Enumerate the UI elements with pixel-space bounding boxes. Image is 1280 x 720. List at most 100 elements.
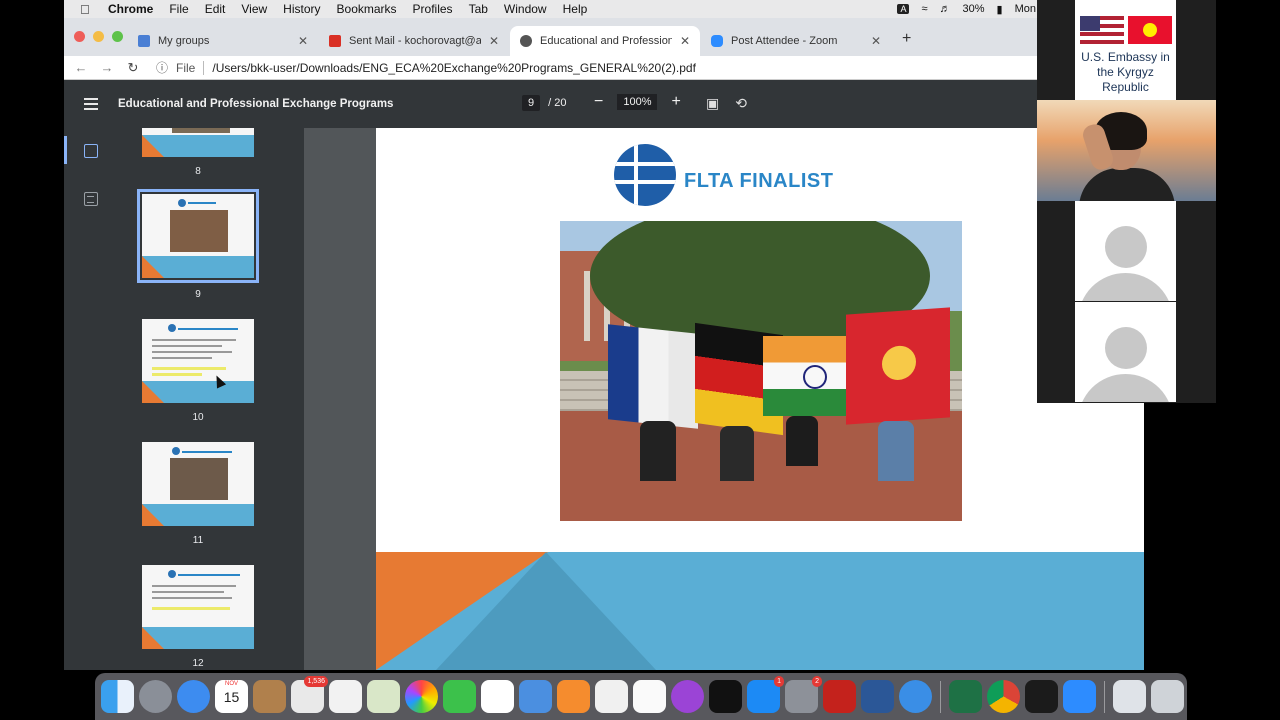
zoom-in-icon[interactable]: + xyxy=(671,93,680,111)
acrobat-icon[interactable] xyxy=(823,680,856,713)
new-tab-button[interactable]: + xyxy=(902,30,911,48)
downloads-stack-icon[interactable] xyxy=(1113,680,1146,713)
menu-history[interactable]: History xyxy=(283,2,320,16)
tab-zoom[interactable]: Post Attendee - Zoom ✕ xyxy=(701,26,891,56)
keynote-icon[interactable] xyxy=(519,680,552,713)
volume-icon[interactable]: ♬ xyxy=(940,3,951,15)
page-label: 10 xyxy=(192,412,204,423)
zoom-out-icon[interactable]: − xyxy=(594,93,603,111)
person xyxy=(640,421,676,481)
thumb-highlight xyxy=(152,373,202,376)
close-icon[interactable]: ✕ xyxy=(298,34,308,48)
photos-icon[interactable] xyxy=(405,680,438,713)
maps-icon[interactable] xyxy=(367,680,400,713)
appstore-badge: 1 xyxy=(774,676,784,687)
facetime-icon[interactable] xyxy=(443,680,476,713)
participant-tile-avatar[interactable] xyxy=(1075,302,1176,402)
kyrgyz-flag-icon xyxy=(1127,16,1172,44)
terminal-icon[interactable] xyxy=(1025,680,1058,713)
notes-book-icon[interactable] xyxy=(253,680,286,713)
numbers-icon[interactable] xyxy=(481,680,514,713)
menu-view[interactable]: View xyxy=(241,2,267,16)
close-icon[interactable]: ✕ xyxy=(680,34,690,48)
tab-my-groups[interactable]: My groups ✕ xyxy=(128,26,318,56)
podcasts-icon[interactable] xyxy=(671,680,704,713)
reminders-icon[interactable] xyxy=(633,680,666,713)
us-flag-icon xyxy=(1079,16,1124,44)
minimize-window-button[interactable] xyxy=(93,31,104,42)
embassy-name-line2: the Kyrgyz Republic xyxy=(1097,65,1154,94)
battery-icon[interactable]: ▮ xyxy=(997,3,1003,16)
participant-tile-video[interactable] xyxy=(1037,100,1216,201)
thumb-corner xyxy=(142,381,164,403)
mail-icon[interactable]: 1,536 xyxy=(291,676,328,713)
close-icon[interactable]: ✕ xyxy=(871,34,881,48)
word-icon[interactable] xyxy=(861,680,894,713)
thumbnail-page-12[interactable] xyxy=(142,565,254,649)
info-icon[interactable]: ⓘ xyxy=(156,59,168,76)
fit-page-icon[interactable]: ▣ xyxy=(706,95,719,112)
system-preferences-icon[interactable]: 2 xyxy=(785,676,822,713)
apple-tv-icon[interactable] xyxy=(709,680,742,713)
menu-profiles[interactable]: Profiles xyxy=(413,2,453,16)
input-source-indicator[interactable]: A xyxy=(897,4,910,14)
battery-percent[interactable]: 30% xyxy=(963,3,985,15)
url-text[interactable]: /Users/bkk-user/Downloads/ENG_ECA%20Exch… xyxy=(212,61,696,75)
close-icon[interactable]: ✕ xyxy=(489,34,499,48)
apple-icon[interactable]:  xyxy=(80,2,96,17)
page-number-input[interactable]: 9 xyxy=(522,95,541,111)
back-icon[interactable]: ← xyxy=(68,60,94,75)
launchpad-icon[interactable] xyxy=(139,680,172,713)
france-flag xyxy=(608,324,698,429)
page-label: 9 xyxy=(195,289,201,300)
tab-educational[interactable]: Educational and Professional E ✕ xyxy=(510,26,700,56)
messages-blue-icon[interactable] xyxy=(177,680,210,713)
thumbnail-page-10[interactable] xyxy=(142,319,254,403)
books-icon[interactable] xyxy=(557,680,590,713)
menu-icon[interactable] xyxy=(84,98,98,110)
thumbnail-page-9[interactable] xyxy=(137,189,259,283)
thumbnail-page-11[interactable] xyxy=(142,442,254,526)
clock[interactable]: Mon xyxy=(1015,3,1036,15)
gmail-icon xyxy=(329,35,341,47)
participant-tile-embassy[interactable]: U.S. Embassy in the Kyrgyz Republic xyxy=(1075,0,1176,100)
excel-icon[interactable] xyxy=(949,680,982,713)
close-window-button[interactable] xyxy=(74,31,85,42)
menu-file[interactable]: File xyxy=(169,2,188,16)
music-icon[interactable] xyxy=(595,680,628,713)
safari-icon[interactable] xyxy=(899,680,932,713)
thumb-image xyxy=(170,210,228,252)
menu-window[interactable]: Window xyxy=(504,2,547,16)
zoom-window-button[interactable] xyxy=(112,31,123,42)
document-viewport[interactable]: FLTA FINALIST xyxy=(304,128,1144,670)
pages-icon[interactable] xyxy=(329,680,362,713)
forward-icon[interactable]: → xyxy=(94,60,120,75)
menu-bookmarks[interactable]: Bookmarks xyxy=(337,2,397,16)
rotate-icon[interactable]: ⟲ xyxy=(735,95,747,112)
pdf-toolbar: Educational and Professional Exchange Pr… xyxy=(64,80,1037,128)
menu-tab[interactable]: Tab xyxy=(469,2,488,16)
participant-tile-avatar[interactable] xyxy=(1075,201,1176,301)
app-store-icon[interactable]: 1 xyxy=(747,676,784,713)
outline-view-icon[interactable] xyxy=(84,192,98,206)
calendar-icon[interactable]: NOV 15 xyxy=(215,680,248,713)
menu-help[interactable]: Help xyxy=(563,2,588,16)
thumbnail-page-8[interactable] xyxy=(142,128,254,157)
zoom-level[interactable]: 100% xyxy=(617,94,658,110)
menu-app-name[interactable]: Chrome xyxy=(108,2,153,16)
menu-edit[interactable]: Edit xyxy=(205,2,226,16)
reload-icon[interactable]: ↻ xyxy=(120,60,146,76)
finder-icon[interactable] xyxy=(101,680,134,713)
tab-sent-mail[interactable]: Sent Mail - kochorovagt@ame ✕ xyxy=(319,26,509,56)
view-tools: ▣ ⟲ xyxy=(706,95,747,112)
document-title: Educational and Professional Exchange Pr… xyxy=(118,98,394,110)
wifi-icon[interactable]: ≈ xyxy=(921,3,927,15)
zoom-app-icon[interactable] xyxy=(1063,680,1096,713)
tab-title: Post Attendee - Zoom xyxy=(731,35,838,47)
active-indicator xyxy=(64,136,67,164)
chrome-icon[interactable] xyxy=(987,680,1020,713)
thumb-image xyxy=(170,458,228,500)
url-field[interactable]: ⓘ File /Users/bkk-user/Downloads/ENG_ECA… xyxy=(156,59,696,76)
thumbnails-view-icon[interactable] xyxy=(84,144,98,158)
trash-icon[interactable] xyxy=(1151,680,1184,713)
